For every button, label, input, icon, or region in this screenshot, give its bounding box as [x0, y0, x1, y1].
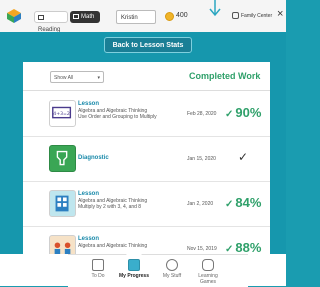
- coin-count: 400: [176, 12, 188, 19]
- filter-dropdown[interactable]: Show All ▾: [50, 71, 104, 83]
- list-item[interactable]: Diagnostic Jan 15, 2020 ✓: [23, 137, 270, 182]
- row-date: Jan 2, 2020: [187, 201, 214, 207]
- row-type: Lesson: [78, 191, 100, 197]
- row-subtitle: Use Order and Grouping to Multiply: [78, 114, 157, 120]
- row-date: Nov 15, 2019: [187, 246, 217, 252]
- family-center-button[interactable]: Family Center: [232, 10, 272, 22]
- bottom-nav: To Do My Progress My Stuff Learning Game…: [68, 249, 248, 287]
- diagnostic-icon: [49, 145, 76, 172]
- score-value: 90%: [235, 105, 262, 120]
- row-score: ✓ 88%: [225, 240, 261, 255]
- nav-to-do[interactable]: To Do: [80, 259, 116, 279]
- filter-value: Show All: [54, 75, 74, 81]
- row-date: Feb 28, 2020: [187, 111, 217, 117]
- lesson-multiply-icon: [49, 190, 76, 217]
- completed-work-panel: Show All ▾ Completed Work 4+3=2 Lesson A…: [23, 62, 270, 262]
- list-item[interactable]: 4+3=2 Lesson Algebra and Algebraic Think…: [23, 92, 270, 137]
- bottom-nav-background: [0, 254, 68, 286]
- family-icon: [232, 12, 239, 19]
- nav-label: Learning Games: [198, 273, 218, 285]
- gamepad-icon: [202, 259, 214, 271]
- check-icon: ✓: [225, 199, 234, 210]
- panel-title: Completed Work: [189, 71, 261, 81]
- nav-my-progress[interactable]: My Progress: [116, 249, 152, 279]
- score-value: 88%: [235, 240, 262, 255]
- app-logo-icon: [7, 9, 21, 23]
- divider: [23, 90, 270, 91]
- row-type: Diagnostic: [78, 155, 109, 161]
- row-score: ✓ 90%: [225, 105, 261, 120]
- check-icon: ✓: [225, 109, 234, 120]
- svg-text:4+3=2: 4+3=2: [53, 111, 70, 117]
- nav-label: My Stuff: [162, 273, 182, 279]
- nav-label: My Progress: [118, 273, 149, 279]
- row-date: Jan 15, 2020: [187, 156, 216, 162]
- nav-learning-games[interactable]: Learning Games: [190, 259, 226, 285]
- score-value: 84%: [235, 195, 262, 210]
- coin-icon: [165, 12, 174, 21]
- check-icon: ✓: [238, 150, 249, 164]
- math-icon: [73, 14, 79, 19]
- progress-icon: [128, 259, 140, 271]
- arrow-down-icon: [209, 0, 221, 17]
- row-type: Lesson: [78, 236, 100, 242]
- back-to-lesson-stats-button[interactable]: Back to Lesson Stats: [104, 37, 192, 53]
- chevron-down-icon: ▾: [97, 75, 100, 81]
- nav-label: To Do: [91, 273, 105, 279]
- family-center-label: Family Center: [241, 13, 273, 19]
- bottom-nav-background: [248, 254, 286, 286]
- lesson-order-icon: 4+3=2: [49, 100, 76, 127]
- book-icon: [38, 15, 44, 20]
- close-icon[interactable]: ×: [277, 8, 283, 20]
- subject-tab-reading[interactable]: Reading: [34, 11, 68, 33]
- face-icon: [166, 259, 178, 271]
- row-title: Algebra and Algebraic Thinking: [78, 243, 148, 249]
- clipboard-icon: [92, 259, 104, 271]
- subject-tab-label: Math: [81, 14, 95, 20]
- student-name[interactable]: Kristin: [116, 10, 156, 24]
- row-score: ✓ 84%: [225, 195, 261, 210]
- list-item[interactable]: Lesson Algebra and Algebraic Thinking Mu…: [23, 182, 270, 227]
- subject-tab-math[interactable]: Math: [70, 11, 100, 23]
- row-subtitle: Multiply by 2 with 3, 4, and 8: [78, 204, 142, 210]
- top-bar: Reading Math Kristin 400 Family Center ×: [0, 0, 286, 33]
- row-type: Lesson: [78, 101, 100, 107]
- nav-my-stuff[interactable]: My Stuff: [154, 259, 190, 279]
